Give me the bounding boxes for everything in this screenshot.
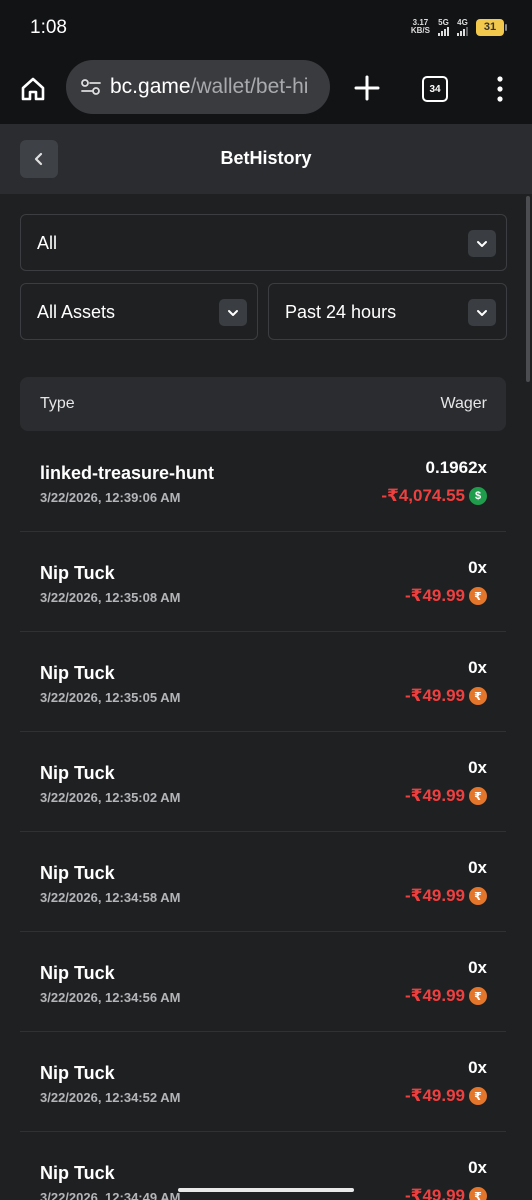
inr-coin-icon: ₹ xyxy=(469,987,487,1005)
wager-amount: -₹49.99 xyxy=(404,786,465,805)
table-row[interactable]: Nip Tuck 3/22/2026, 12:34:56 AM 0x -₹49.… xyxy=(20,932,506,1032)
chevron-down-icon xyxy=(468,230,496,257)
table-row[interactable]: Nip Tuck 3/22/2026, 12:35:05 AM 0x -₹49.… xyxy=(20,632,506,732)
bet-date: 3/22/2026, 12:34:49 AM xyxy=(40,1190,181,1200)
bet-date: 3/22/2026, 12:35:05 AM xyxy=(40,690,181,705)
period-filter-select[interactable]: Past 24 hours xyxy=(268,283,507,340)
game-name: linked-treasure-hunt xyxy=(40,463,215,483)
wager-amount: -₹49.99 xyxy=(404,886,465,905)
bet-date: 3/22/2026, 12:34:52 AM xyxy=(40,1090,181,1105)
bet-date: 3/22/2026, 12:34:56 AM xyxy=(40,990,181,1005)
bet-date: 3/22/2026, 12:39:06 AM xyxy=(40,490,181,505)
new-tab-icon[interactable] xyxy=(352,73,382,103)
browser-toolbar: bc.game/wallet/bet-hi 34 xyxy=(0,58,532,124)
usd-coin-icon: $ xyxy=(469,487,487,505)
table-row[interactable]: Nip Tuck 3/22/2026, 12:34:52 AM 0x -₹49.… xyxy=(20,1032,506,1132)
wager-amount: -₹49.99 xyxy=(404,686,465,705)
multiplier: 0x xyxy=(468,858,487,877)
status-time: 1:08 xyxy=(30,17,67,38)
table-row[interactable]: linked-treasure-hunt 3/22/2026, 12:39:06… xyxy=(20,432,506,532)
gesture-home-indicator[interactable] xyxy=(178,1188,354,1192)
multiplier: 0x xyxy=(468,758,487,777)
wager-amount: -₹49.99 xyxy=(404,986,465,1005)
column-wager: Wager xyxy=(440,395,487,412)
network-speed: 3.17 KB/S xyxy=(410,18,430,35)
game-name: Nip Tuck xyxy=(40,863,115,883)
game-name: Nip Tuck xyxy=(40,663,115,683)
table-header: Type Wager xyxy=(20,377,506,431)
signal-5g-icon: 5G xyxy=(438,18,449,36)
bet-date: 3/22/2026, 12:34:58 AM xyxy=(40,890,181,905)
column-type: Type xyxy=(40,395,75,412)
home-icon[interactable] xyxy=(19,75,47,103)
wager-amount: -₹49.99 xyxy=(404,586,465,605)
page-header: BetHistory xyxy=(0,124,532,194)
chevron-down-icon xyxy=(468,299,496,326)
type-filter-select[interactable]: All xyxy=(20,214,507,271)
multiplier: 0.1962x xyxy=(425,458,487,477)
bet-date: 3/22/2026, 12:35:08 AM xyxy=(40,590,181,605)
inr-coin-icon: ₹ xyxy=(469,887,487,905)
wager-amount: -₹49.99 xyxy=(404,1086,465,1105)
inr-coin-icon: ₹ xyxy=(469,1187,487,1200)
multiplier: 0x xyxy=(468,1158,487,1177)
inr-coin-icon: ₹ xyxy=(469,1087,487,1105)
table-row[interactable]: Nip Tuck 3/22/2026, 12:35:02 AM 0x -₹49.… xyxy=(20,732,506,832)
bet-date: 3/22/2026, 12:35:02 AM xyxy=(40,790,181,805)
tab-switcher-button[interactable]: 34 xyxy=(422,76,448,102)
asset-filter-value: All Assets xyxy=(37,302,116,322)
table-row[interactable]: Nip Tuck 3/22/2026, 12:35:08 AM 0x -₹49.… xyxy=(20,532,506,632)
asset-filter-select[interactable]: All Assets xyxy=(20,283,258,340)
multiplier: 0x xyxy=(468,658,487,677)
status-bar: 1:08 3.17 KB/S 5G 4G 31 xyxy=(0,0,532,58)
inr-coin-icon: ₹ xyxy=(469,687,487,705)
multiplier: 0x xyxy=(468,958,487,977)
wager-amount: -₹4,074.55 xyxy=(381,486,465,505)
multiplier: 0x xyxy=(468,558,487,577)
page-title: BetHistory xyxy=(220,148,312,168)
game-name: Nip Tuck xyxy=(40,1163,115,1183)
more-menu-icon[interactable] xyxy=(490,74,510,104)
game-name: Nip Tuck xyxy=(40,1063,115,1083)
signal-4g-icon: 4G xyxy=(457,18,468,36)
url-text: bc.game/wallet/bet-hi xyxy=(110,75,309,98)
address-bar[interactable]: bc.game/wallet/bet-hi xyxy=(66,60,330,114)
chevron-down-icon xyxy=(219,299,247,326)
game-name: Nip Tuck xyxy=(40,763,115,783)
multiplier: 0x xyxy=(468,1058,487,1077)
battery-icon: 31 xyxy=(476,18,507,36)
table-row[interactable]: Nip Tuck 3/22/2026, 12:34:58 AM 0x -₹49.… xyxy=(20,832,506,932)
wager-amount: -₹49.99 xyxy=(404,1186,465,1200)
status-indicators: 3.17 KB/S 5G 4G 31 xyxy=(410,18,507,36)
site-settings-icon[interactable] xyxy=(80,76,102,98)
inr-coin-icon: ₹ xyxy=(469,587,487,605)
scrollbar[interactable] xyxy=(526,196,530,382)
inr-coin-icon: ₹ xyxy=(469,787,487,805)
game-name: Nip Tuck xyxy=(40,563,115,583)
game-name: Nip Tuck xyxy=(40,963,115,983)
type-filter-value: All xyxy=(37,233,58,253)
period-filter-value: Past 24 hours xyxy=(285,302,397,322)
